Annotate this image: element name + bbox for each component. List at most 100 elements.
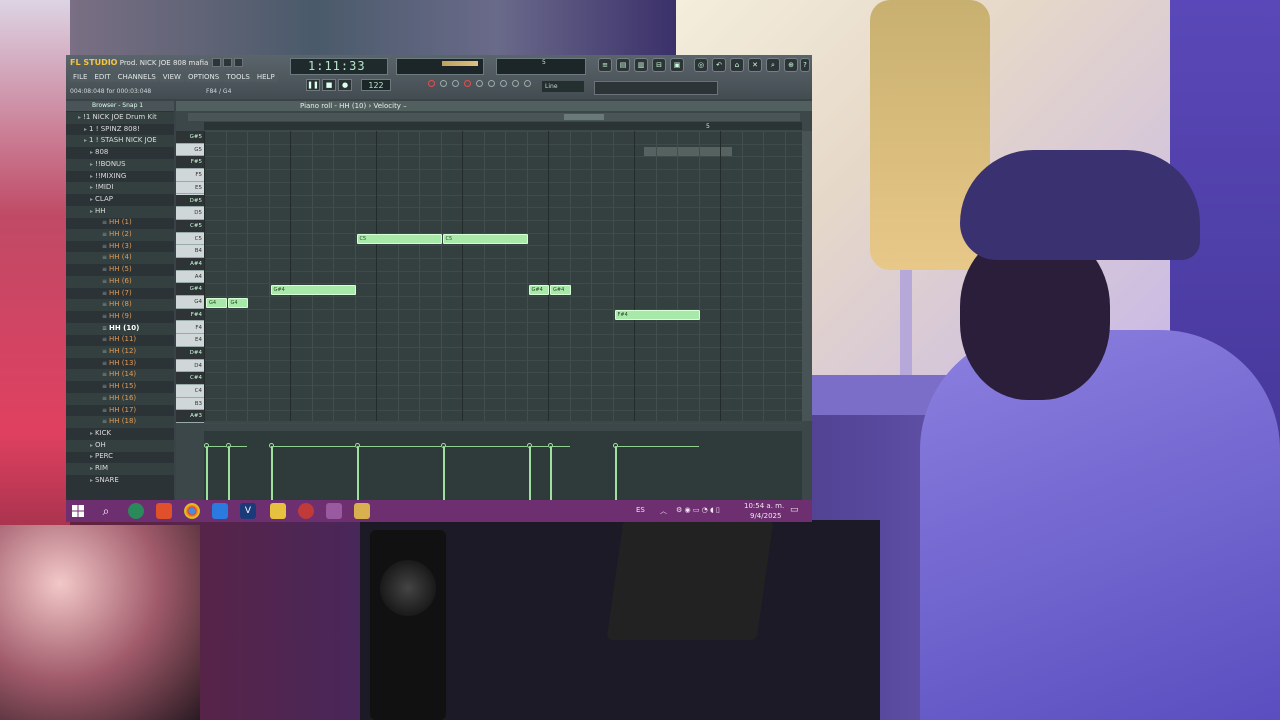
- notification-icon[interactable]: ▭: [790, 505, 799, 515]
- midi-note[interactable]: C5: [442, 234, 528, 245]
- app-icon[interactable]: [354, 503, 370, 519]
- tempo-display[interactable]: 122: [361, 79, 391, 91]
- velocity-bar[interactable]: [206, 446, 208, 500]
- piano-key[interactable]: A#4: [176, 258, 204, 271]
- tray-icons[interactable]: ⚙ ◉ ▭ ◔ ◖ ▯: [676, 506, 720, 514]
- velocity-bar[interactable]: [227, 446, 230, 500]
- vertical-scrollbar[interactable]: [802, 131, 812, 421]
- menu-view[interactable]: VIEW: [159, 72, 184, 82]
- browser-sample[interactable]: ≡ HH (18): [102, 417, 136, 428]
- piano-key[interactable]: D#5: [176, 194, 204, 208]
- pause-button[interactable]: ❚❚: [306, 79, 320, 91]
- browser-folder[interactable]: ▸ HH: [90, 207, 106, 218]
- mixer-icon[interactable]: ⊟: [652, 58, 666, 72]
- browser-sample[interactable]: ≡ HH (7): [102, 289, 132, 300]
- toggle-dot[interactable]: [500, 80, 507, 87]
- toggle-dot[interactable]: [464, 80, 471, 87]
- browser-folder[interactable]: ▸ RIM: [90, 464, 108, 475]
- velocity-bar[interactable]: [550, 446, 552, 500]
- piano-key[interactable]: E4: [176, 334, 204, 347]
- toggle-dot[interactable]: [452, 80, 459, 87]
- piano-key[interactable]: A#3: [176, 410, 204, 424]
- close-button[interactable]: [234, 58, 243, 67]
- plugin-picker-icon[interactable]: ◎: [694, 58, 708, 72]
- media-app-icon[interactable]: [298, 503, 314, 519]
- file-explorer-icon[interactable]: [270, 503, 286, 519]
- piano-key[interactable]: F5: [176, 169, 204, 182]
- record-button[interactable]: ●: [338, 79, 352, 91]
- browser-folder[interactable]: ▸ KICK: [90, 429, 111, 440]
- midi-note[interactable]: F#4: [614, 310, 700, 321]
- browser-folder[interactable]: ▸ OH: [90, 441, 106, 452]
- snap-select[interactable]: Line: [542, 81, 584, 92]
- piano-key[interactable]: D5: [176, 207, 204, 220]
- browser-folder[interactable]: ▸ !!BONUS: [90, 160, 126, 171]
- browser-sample[interactable]: ≡ HH (1): [102, 218, 132, 229]
- help-icon[interactable]: ?: [800, 58, 810, 72]
- browser-sample[interactable]: ≡ HH (11): [102, 335, 136, 346]
- piano-key[interactable]: C5: [176, 233, 204, 246]
- velocity-bar[interactable]: [442, 446, 445, 500]
- piano-key[interactable]: G4: [176, 296, 204, 309]
- midi-note[interactable]: G#4: [550, 284, 571, 295]
- store-icon[interactable]: [212, 503, 228, 519]
- toggle-dot[interactable]: [476, 80, 483, 87]
- menu-tools[interactable]: TOOLS: [223, 72, 253, 82]
- playlist-icon[interactable]: ≡: [598, 58, 612, 72]
- browser-folder[interactable]: ▸ PERC: [90, 452, 113, 463]
- toggle-dot[interactable]: [488, 80, 495, 87]
- browser-icon[interactable]: ▣: [670, 58, 684, 72]
- velocity-bar[interactable]: [614, 446, 617, 500]
- velocity-bar[interactable]: [528, 446, 531, 500]
- tray-chevron-icon[interactable]: ︿: [660, 506, 667, 516]
- velocity-bar[interactable]: [356, 446, 359, 500]
- browser-sample[interactable]: ≡ HH (4): [102, 253, 132, 264]
- browser-folder[interactable]: ▸ 808: [90, 148, 108, 159]
- note-grid[interactable]: C5 C5 G#4 G#4 G#4 G4 G4 F#4: [204, 131, 802, 425]
- browser-folder[interactable]: ▸ !1 NICK JOE Drum Kit: [78, 113, 157, 124]
- browser-folder[interactable]: ▸ SNARE: [90, 476, 119, 487]
- minimize-button[interactable]: [212, 58, 221, 67]
- tempo-tapper-icon[interactable]: ⌂: [730, 58, 744, 72]
- menu-edit[interactable]: EDIT: [91, 72, 114, 82]
- vegas-icon[interactable]: V: [240, 503, 256, 519]
- piano-key[interactable]: D#4: [176, 346, 204, 360]
- browser-sample[interactable]: ≡ HH (13): [102, 359, 136, 370]
- browser-sample[interactable]: ≡ HH (9): [102, 312, 132, 323]
- toggle-dot[interactable]: [428, 80, 435, 87]
- menu-channels[interactable]: CHANNELS: [114, 72, 159, 82]
- horizontal-scrollbar[interactable]: [188, 113, 800, 121]
- piano-key[interactable]: F#4: [176, 308, 204, 322]
- toggle-dot[interactable]: [512, 80, 519, 87]
- windows-start-icon[interactable]: [72, 505, 84, 517]
- chrome-icon[interactable]: [184, 503, 200, 519]
- piano-key[interactable]: G5: [176, 144, 204, 157]
- piano-key[interactable]: B4: [176, 245, 204, 258]
- velocity-bar[interactable]: [270, 446, 273, 500]
- browser-folder[interactable]: ▸ !!MIXING: [90, 172, 126, 183]
- browser-folder[interactable]: ▸ 1 ! SPINZ 808!: [84, 125, 140, 136]
- velocity-lane[interactable]: [204, 431, 802, 500]
- menu-help[interactable]: HELP: [253, 72, 278, 82]
- piano-key[interactable]: G#4: [176, 283, 204, 297]
- browser-folder[interactable]: ▸ 1 ! STASH NICK JOE: [84, 136, 157, 147]
- midi-note[interactable]: G4: [206, 297, 227, 308]
- midi-note[interactable]: G4: [227, 297, 248, 308]
- menu-options[interactable]: OPTIONS: [184, 72, 223, 82]
- language-indicator[interactable]: ES: [636, 506, 645, 514]
- browser-sample[interactable]: ≡ HH (5): [102, 265, 132, 276]
- midi-note[interactable]: G#4: [270, 284, 356, 295]
- piano-key[interactable]: C#4: [176, 372, 204, 385]
- clock-date[interactable]: 9/4/2025: [750, 512, 781, 520]
- piano-key[interactable]: D4: [176, 360, 204, 373]
- piano-key[interactable]: F#5: [176, 156, 204, 170]
- piano-key[interactable]: C#5: [176, 219, 204, 233]
- search-icon[interactable]: ⌕: [766, 58, 780, 72]
- piano-roll-icon[interactable]: ▤: [616, 58, 630, 72]
- midi-note[interactable]: C5: [356, 234, 442, 245]
- undo-icon[interactable]: ↶: [712, 58, 726, 72]
- browser-folder[interactable]: ▸ CLAP: [90, 195, 113, 206]
- toggle-dot[interactable]: [440, 80, 447, 87]
- scrollbar-thumb[interactable]: [564, 114, 604, 120]
- brave-browser-icon[interactable]: [156, 503, 172, 519]
